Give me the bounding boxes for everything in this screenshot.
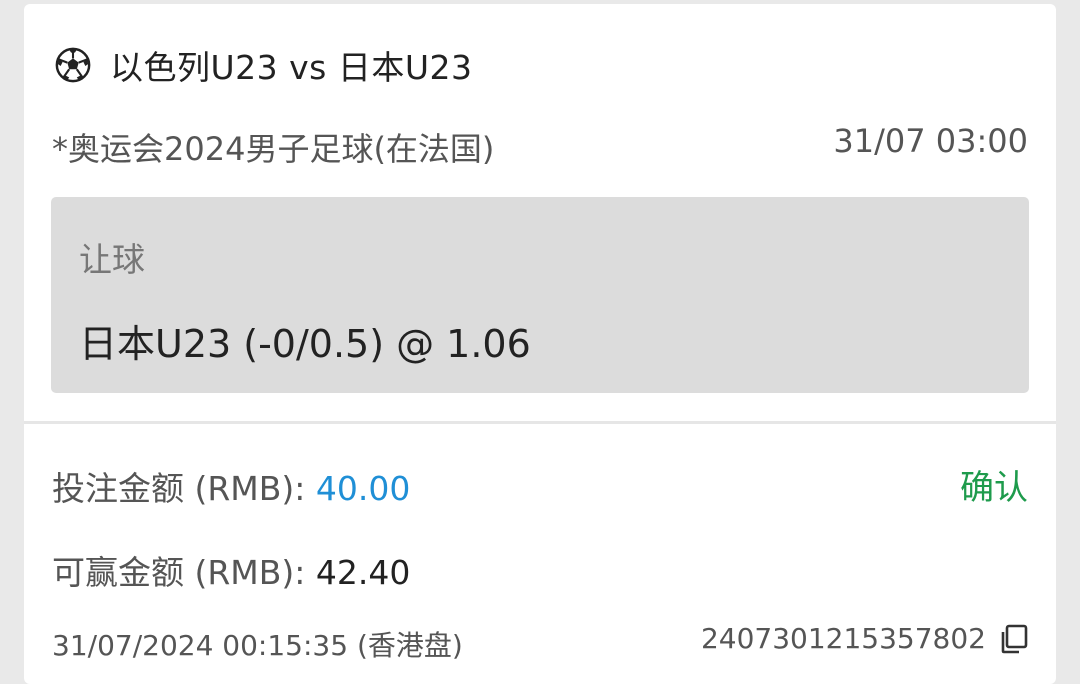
- league-name: *奥运会2024男子足球(在法国): [52, 130, 495, 168]
- match-title: 以色列U23 vs 日本U23: [110, 48, 473, 87]
- bet-selection-box: 让球 日本U23 (-0/0.5) @ 1.06: [51, 197, 1029, 393]
- winnings-value: 42.40: [315, 553, 411, 592]
- bet-slip-card: 以色列U23 vs 日本U23 *奥运会2024男子足球(在法国) 31/07 …: [24, 4, 1056, 684]
- bet-timestamp: 31/07/2024 00:15:35 (香港盘): [52, 629, 463, 662]
- divider: [24, 421, 1056, 424]
- winnings-row: 可赢金额 (RMB): 42.40: [52, 546, 410, 594]
- ticket-number: 2407301215357802: [701, 622, 1030, 655]
- stake-row: 投注金额 (RMB): 40.00: [52, 462, 410, 510]
- confirm-button[interactable]: 确认: [960, 460, 1028, 509]
- market-type: 让球: [79, 240, 145, 279]
- bet-selection: 日本U23 (-0/0.5) @ 1.06: [79, 322, 531, 366]
- ticket-id: 2407301215357802: [700, 622, 986, 655]
- match-header: 以色列U23 vs 日本U23: [54, 40, 473, 90]
- copy-icon[interactable]: [998, 623, 1030, 655]
- kickoff-time: 31/07 03:00: [833, 122, 1028, 160]
- winnings-label: 可赢金额 (RMB):: [52, 553, 316, 592]
- stake-value: 40.00: [315, 469, 411, 508]
- stake-label: 投注金额 (RMB):: [52, 469, 316, 508]
- soccer-ball-icon: [55, 47, 91, 83]
